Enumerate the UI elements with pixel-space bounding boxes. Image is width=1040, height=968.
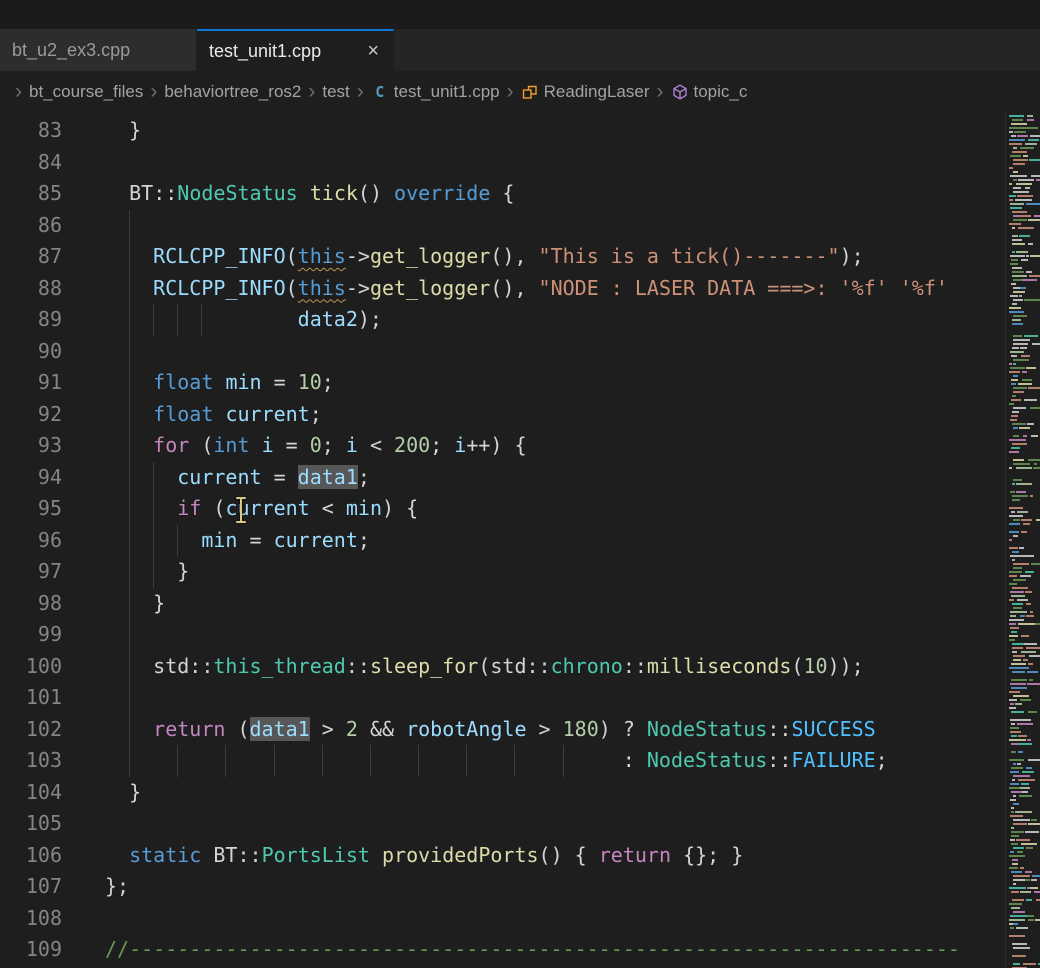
code-line[interactable]: current = data1; [105,462,1040,494]
line-number: 92 [0,399,62,431]
line-number: 91 [0,367,62,399]
code-line[interactable] [105,147,1040,179]
code-lines[interactable]: } BT::NodeStatus tick() override { RCLCP… [105,115,1040,968]
line-number: 104 [0,777,62,809]
line-number: 108 [0,903,62,935]
tab-label: test_unit1.cpp [209,41,321,62]
line-number: 103 [0,745,62,777]
code-line[interactable] [105,210,1040,242]
editor[interactable]: 8384858687888990919293949596979899100101… [0,112,1040,968]
chevron-right-icon: › [143,81,164,102]
indent-guide [129,210,130,242]
line-number: 93 [0,430,62,462]
method-icon [671,83,689,101]
tab-test_unit1[interactable]: test_unit1.cpp × [197,29,394,71]
indent-guide [129,619,130,651]
code-line[interactable]: RCLCPP_INFO(this->get_logger(), "NODE : … [105,273,1040,305]
line-number: 109 [0,934,62,966]
code-line[interactable]: //--------------------------------------… [105,934,1040,966]
breadcrumb: › bt_course_files › behaviortree_ros2 › … [0,71,1040,112]
line-number: 107 [0,871,62,903]
line-number: 87 [0,241,62,273]
line-number: 105 [0,808,62,840]
code-line[interactable]: } [105,588,1040,620]
chevron-right-icon: › [8,81,29,102]
code-line[interactable] [105,619,1040,651]
code-line[interactable]: return (data1 > 2 && robotAngle > 180) ?… [105,714,1040,746]
line-number: 97 [0,556,62,588]
code-line[interactable]: float min = 10; [105,367,1040,399]
line-number: 106 [0,840,62,872]
indent-guide [129,682,130,714]
breadcrumb-item-test[interactable]: test [322,82,349,102]
code-line[interactable]: }; [105,871,1040,903]
code-line[interactable]: } [105,556,1040,588]
code-line[interactable] [105,903,1040,935]
line-number: 83 [0,115,62,147]
chevron-right-icon: › [650,81,671,102]
title-bar [0,0,1040,29]
line-number: 102 [0,714,62,746]
code-line[interactable] [105,336,1040,368]
code-line[interactable]: min = current; [105,525,1040,557]
tab-bar: bt_u2_ex3.cpp test_unit1.cpp × [0,29,1040,71]
indent-guide [129,336,130,368]
code-line[interactable]: : NodeStatus::FAILURE; [105,745,1040,777]
line-number: 88 [0,273,62,305]
line-number: 95 [0,493,62,525]
code-line[interactable]: BT::NodeStatus tick() override { [105,178,1040,210]
code-line[interactable] [105,682,1040,714]
chevron-right-icon: › [301,81,322,102]
gutter: 8384858687888990919293949596979899100101… [0,115,62,968]
breadcrumb-item-ReadingLaser[interactable]: ReadingLaser [521,82,650,102]
code-line[interactable]: } [105,777,1040,809]
code-line[interactable]: std::this_thread::sleep_for(std::chrono:… [105,651,1040,683]
tab-bt_u2_ex3[interactable]: bt_u2_ex3.cpp [0,29,197,71]
line-number: 100 [0,651,62,683]
line-number: 101 [0,682,62,714]
cpp-file-icon: C [371,83,389,101]
line-number: 90 [0,336,62,368]
tab-label: bt_u2_ex3.cpp [12,40,130,61]
close-icon[interactable]: × [365,41,381,61]
line-number: 86 [0,210,62,242]
class-icon [521,83,539,101]
line-number: 98 [0,588,62,620]
code-line[interactable] [105,808,1040,840]
chevron-right-icon: › [500,81,521,102]
line-number: 94 [0,462,62,494]
code-line[interactable]: if (current < min) { [105,493,1040,525]
breadcrumb-item-bt_course_files[interactable]: bt_course_files [29,82,143,102]
breadcrumb-item-topic[interactable]: topic_c [671,82,748,102]
code-line[interactable]: RCLCPP_INFO(this->get_logger(), "This is… [105,241,1040,273]
line-number: 99 [0,619,62,651]
code-line[interactable]: } [105,115,1040,147]
line-number: 85 [0,178,62,210]
code-line[interactable]: float current; [105,399,1040,431]
line-number: 84 [0,147,62,179]
minimap[interactable] [1005,112,1040,968]
breadcrumb-item-test_unit1[interactable]: C test_unit1.cpp [371,82,500,102]
code-line[interactable]: static BT::PortsList providedPorts() { r… [105,840,1040,872]
line-number: 89 [0,304,62,336]
breadcrumb-item-behaviortree_ros2[interactable]: behaviortree_ros2 [164,82,301,102]
code-line[interactable]: for (int i = 0; i < 200; i++) { [105,430,1040,462]
line-number: 96 [0,525,62,557]
code-line[interactable]: data2); [105,304,1040,336]
chevron-right-icon: › [350,81,371,102]
